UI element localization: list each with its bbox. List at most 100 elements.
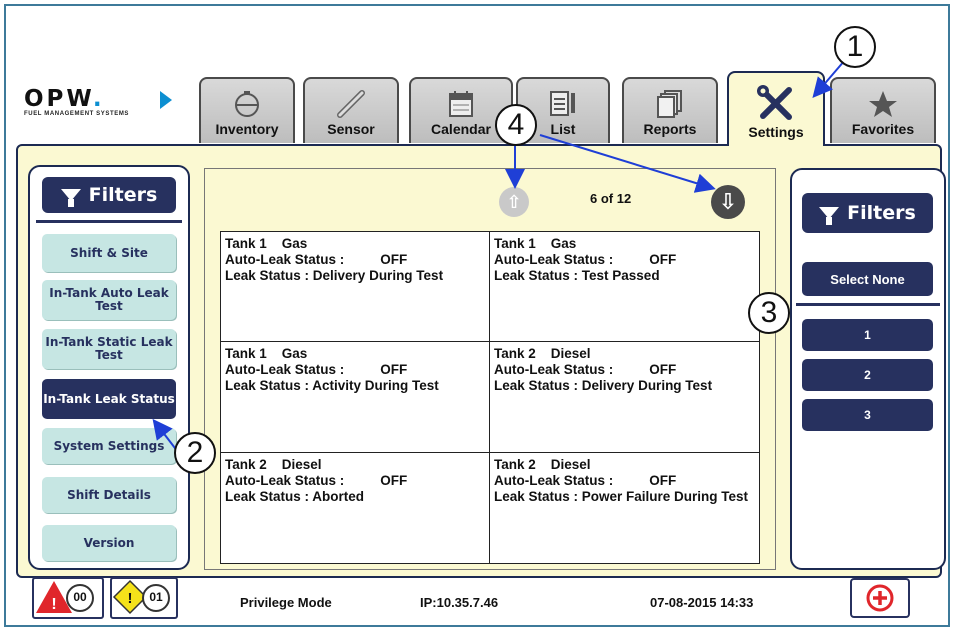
tank-product: Diesel bbox=[281, 456, 322, 472]
auto-leak-value: OFF bbox=[649, 362, 677, 378]
sidebar-item-label: In-Tank Auto Leak Test bbox=[49, 286, 169, 313]
auto-leak-label: Auto-Leak Status : bbox=[225, 362, 345, 378]
tab-settings[interactable]: Settings bbox=[727, 71, 825, 146]
list-icon bbox=[550, 91, 575, 116]
tank-cell: Tank 1 Gas Auto-Leak Status : OFF Leak St… bbox=[221, 232, 490, 343]
tank-name: Tank 1 bbox=[225, 346, 267, 362]
sidebar-item-label: In-Tank Static Leak Test bbox=[45, 335, 173, 362]
filter-item-1[interactable]: 1 bbox=[802, 319, 933, 351]
filter-item-label: 2 bbox=[864, 368, 871, 382]
funnel-icon bbox=[819, 207, 840, 225]
wrench-screwdriver-icon bbox=[757, 85, 792, 120]
callout-number: 2 bbox=[186, 436, 204, 469]
auto-leak-value: OFF bbox=[649, 472, 677, 488]
warning-count: 01 bbox=[149, 590, 163, 604]
page-indicator: 6 of 12 bbox=[590, 191, 632, 206]
callout-2: 2 bbox=[174, 432, 216, 474]
arrow-down-icon: ⇩ bbox=[718, 189, 738, 214]
logo-tagline: FUEL MANAGEMENT SYSTEMS bbox=[24, 111, 130, 117]
auto-leak-value: OFF bbox=[380, 472, 408, 488]
leak-status: Leak Status : Test Passed bbox=[494, 268, 660, 283]
tank-grid: Tank 1 Gas Auto-Leak Status : OFF Leak St… bbox=[220, 231, 760, 564]
tank-product: Diesel bbox=[550, 346, 591, 362]
tank-name: Tank 2 bbox=[225, 456, 267, 472]
tab-inventory[interactable]: Inventory bbox=[199, 77, 295, 143]
filters-label: Filters bbox=[88, 184, 158, 206]
tab-reports[interactable]: Reports bbox=[622, 77, 718, 143]
sidebar-item-static-leak-test[interactable]: In-Tank Static Leak Test bbox=[42, 329, 176, 369]
filter-item-label: 3 bbox=[864, 408, 871, 422]
tank-icon bbox=[235, 91, 259, 117]
leak-status: Leak Status : Power Failure During Test bbox=[494, 488, 749, 504]
tab-label: Calendar bbox=[431, 121, 491, 137]
tab-sensor[interactable]: Sensor bbox=[303, 77, 399, 143]
tank-name: Tank 1 bbox=[494, 236, 536, 251]
filter-item-2[interactable]: 2 bbox=[802, 359, 933, 391]
logo-text: OPW bbox=[24, 86, 93, 112]
tab-label: Sensor bbox=[327, 121, 375, 137]
leak-status: Leak Status : Aborted bbox=[225, 488, 365, 504]
page-up-button[interactable]: ⇧ bbox=[499, 187, 529, 217]
select-none-button[interactable]: Select None bbox=[802, 262, 933, 296]
leak-status: Leak Status : Delivery During Test bbox=[225, 268, 444, 283]
privilege-mode-text: Privilege Mode bbox=[240, 595, 332, 610]
sidebar-item-label: Shift & Site bbox=[70, 245, 148, 260]
red-plus-circle-icon bbox=[866, 584, 894, 612]
auto-leak-value: OFF bbox=[380, 362, 408, 378]
datetime-text: 07-08-2015 14:33 bbox=[650, 595, 754, 610]
add-button[interactable] bbox=[850, 578, 910, 618]
auto-leak-label: Auto-Leak Status : bbox=[494, 252, 614, 267]
tab-label: Reports bbox=[643, 121, 697, 137]
tank-cell: Tank 2 Diesel Auto-Leak Status : OFF Leak… bbox=[490, 342, 759, 453]
warning-diamond-icon: ! bbox=[112, 579, 170, 615]
arrow-up-icon: ⇧ bbox=[506, 191, 522, 212]
tank-product: Diesel bbox=[550, 456, 591, 472]
filter-item-3[interactable]: 3 bbox=[802, 399, 933, 431]
page-down-button[interactable]: ⇩ bbox=[711, 185, 745, 219]
alarm-triangle-icon: ! bbox=[36, 581, 94, 613]
callout-number: 1 bbox=[846, 30, 864, 63]
sidebar-item-leak-status[interactable]: In-Tank Leak Status bbox=[42, 379, 176, 419]
auto-leak-label: Auto-Leak Status : bbox=[225, 472, 345, 488]
sidebar-item-auto-leak-test[interactable]: In-Tank Auto Leak Test bbox=[42, 280, 176, 320]
sidebar-item-system-settings[interactable]: System Settings bbox=[42, 428, 176, 464]
tank-cell: Tank 2 Diesel Auto-Leak Status : OFF Leak… bbox=[490, 453, 759, 563]
callout-number: 3 bbox=[760, 296, 778, 329]
auto-leak-label: Auto-Leak Status : bbox=[225, 252, 345, 267]
funnel-icon bbox=[60, 189, 81, 207]
auto-leak-value: OFF bbox=[380, 252, 408, 267]
ip-address-text: IP:10.35.7.46 bbox=[420, 595, 499, 610]
leak-status: Leak Status : Activity During Test bbox=[225, 378, 439, 394]
left-filters-button[interactable]: Filters bbox=[42, 177, 176, 213]
sidebar-item-version[interactable]: Version bbox=[42, 525, 176, 561]
tank-cell: Tank 2 Diesel Auto-Leak Status : OFF Leak… bbox=[221, 452, 490, 563]
tank-product: Gas bbox=[281, 346, 308, 362]
tab-label: List bbox=[550, 121, 576, 137]
svg-text:!: ! bbox=[51, 596, 56, 613]
alarm-count: 00 bbox=[73, 590, 87, 604]
select-none-label: Select None bbox=[830, 271, 905, 287]
sidebar-item-shift-details[interactable]: Shift Details bbox=[42, 477, 176, 513]
calendar-icon bbox=[449, 91, 473, 117]
sidebar-item-label: Shift Details bbox=[67, 487, 151, 502]
callout-3: 3 bbox=[748, 292, 790, 334]
left-divider bbox=[36, 220, 182, 223]
auto-leak-value: OFF bbox=[649, 252, 677, 267]
callout-4: 4 bbox=[495, 104, 537, 146]
right-filters-button[interactable]: Filters bbox=[802, 193, 933, 233]
tank-name: Tank 1 bbox=[225, 236, 267, 251]
tank-product: Gas bbox=[281, 236, 308, 251]
filter-item-label: 1 bbox=[864, 328, 871, 342]
tab-label: Inventory bbox=[215, 121, 279, 137]
alarm-button[interactable]: ! 00 bbox=[32, 577, 104, 619]
svg-text:!: ! bbox=[128, 590, 133, 607]
leak-status: Leak Status : Delivery During Test bbox=[494, 378, 713, 394]
right-divider bbox=[796, 303, 940, 306]
sidebar-item-shift-site[interactable]: Shift & Site bbox=[42, 234, 176, 272]
warning-button[interactable]: ! 01 bbox=[110, 577, 178, 619]
star-icon bbox=[869, 91, 897, 117]
sidebar-item-label: System Settings bbox=[53, 438, 165, 453]
tank-cell: Tank 1 Gas Auto-Leak Status : OFF Leak St… bbox=[221, 342, 490, 453]
tab-favorites[interactable]: Favorites bbox=[830, 77, 936, 143]
tab-label: Settings bbox=[748, 124, 804, 140]
